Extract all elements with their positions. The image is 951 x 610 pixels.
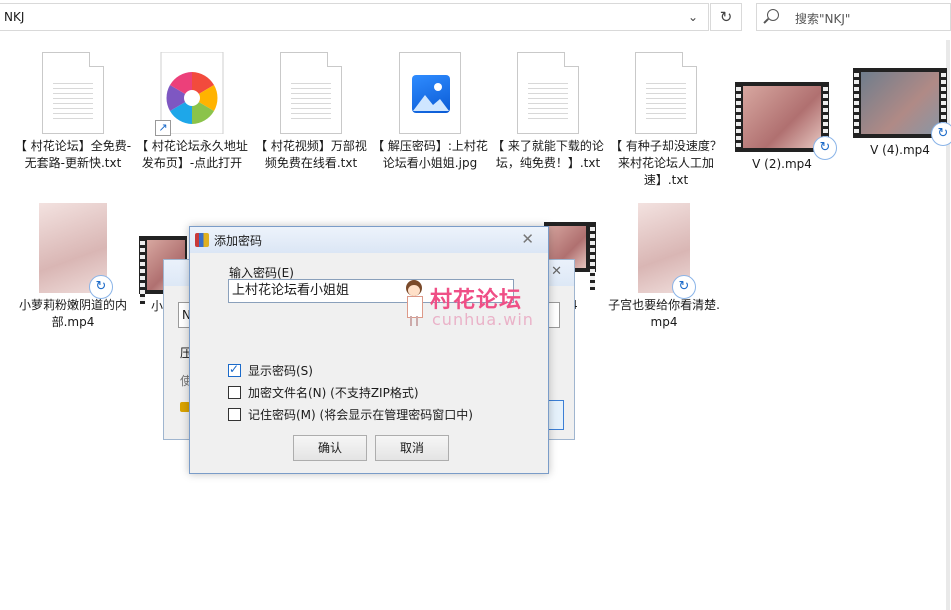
text-document-icon — [42, 52, 104, 134]
text-document-icon — [517, 52, 579, 134]
file-name: 【 村花论坛永久地址发布页】-点此打开 — [136, 139, 248, 170]
ok-button[interactable]: 确认 — [293, 435, 367, 461]
file-item[interactable]: ↗ 【 村花论坛永久地址发布页】-点此打开 — [133, 51, 251, 172]
file-name: 【 村花视频】万部视频免费在线看.txt — [255, 139, 367, 170]
file-name: 小萝莉粉嫩阴道的内部.mp4 — [18, 298, 127, 329]
file-name: V (4).mp4 — [870, 143, 930, 157]
file-item[interactable]: 【 解压密码】:上村花论坛看小姐姐.jpg — [371, 52, 489, 172]
file-item[interactable]: 【 有种子却没速度？来村花论坛人工加速】.txt — [607, 52, 725, 189]
file-item[interactable]: ↻ 子宫也要给你看清楚.mp4 — [605, 203, 723, 331]
text-document-icon — [280, 52, 342, 134]
file-name: 子宫也要给你看清楚.mp4 — [608, 298, 720, 329]
checkbox-label: 加密文件名(N) (不支持ZIP格式) — [248, 386, 419, 400]
sync-icon: ↻ — [813, 136, 837, 160]
chevron-down-icon[interactable]: ⌄ — [688, 10, 698, 24]
search-input[interactable]: 搜索"NKJ" — [756, 3, 951, 31]
sync-icon: ↻ — [672, 275, 696, 299]
checkbox-label: 显示密码(S) — [248, 364, 313, 378]
sync-icon: ↻ — [89, 275, 113, 299]
address-field[interactable]: NKJ ⌄ — [0, 3, 709, 31]
dialog-title: 添加密码 — [214, 234, 263, 248]
file-item[interactable]: 【 村花论坛】全免费-无套路-更新快.txt — [14, 52, 132, 172]
show-password-checkbox[interactable]: 显示密码(S) — [228, 362, 313, 379]
checkbox-checked-icon[interactable] — [228, 362, 241, 377]
search-placeholder: 搜索"NKJ" — [795, 12, 851, 26]
cancel-button[interactable]: 取消 — [375, 435, 449, 461]
search-icon — [767, 9, 779, 21]
video-thumbnail-icon: ↻ — [39, 203, 113, 299]
video-thumbnail-icon: ↻ — [735, 82, 837, 160]
watermark: 村花论坛 cunhua.win — [402, 280, 562, 336]
colorful-pinwheel-shortcut-icon: ↗ — [155, 51, 227, 136]
address-bar[interactable]: NKJ ⌄ ↻ — [0, 3, 742, 31]
remember-password-checkbox[interactable]: 记住密码(M) (将会显示在管理密码窗口中) — [228, 406, 473, 423]
file-item[interactable]: ↻ V (4).mp4 — [841, 68, 951, 159]
add-password-dialog: 添加密码 ✕ 输入密码(E) 上村花论坛看小姐姐 显示密码(S) 加密文件名(N… — [189, 226, 549, 474]
file-name: 【 村花论坛】全免费-无套路-更新快.txt — [14, 139, 132, 170]
sync-icon: ↻ — [931, 122, 951, 146]
file-name: 【 有种子却没速度？来村花论坛人工加速】.txt — [610, 139, 722, 187]
close-icon[interactable]: ✕ — [521, 230, 534, 248]
text-document-icon — [635, 52, 697, 134]
winrar-icon — [195, 233, 209, 247]
close-icon[interactable]: ✕ — [551, 264, 562, 279]
checkbox-icon[interactable] — [228, 386, 241, 399]
file-name: 【 解压密码】:上村花论坛看小姐姐.jpg — [372, 139, 488, 170]
file-item[interactable]: 【 来了就能下载的论坛，纯免费！】.txt — [489, 52, 607, 172]
shortcut-arrow-icon: ↗ — [155, 120, 171, 136]
cartoon-girl-icon — [402, 280, 426, 326]
file-name: 【 来了就能下载的论坛，纯免费！】.txt — [492, 139, 604, 170]
checkbox-icon[interactable] — [228, 408, 241, 421]
video-thumbnail-icon: ↻ — [853, 68, 951, 146]
file-item[interactable]: ↻ V (2).mp4 — [723, 82, 841, 173]
encrypt-filenames-checkbox[interactable]: 加密文件名(N) (不支持ZIP格式) — [228, 384, 419, 401]
watermark-subtitle: cunhua.win — [432, 310, 534, 329]
image-document-icon — [399, 52, 461, 134]
video-thumbnail-icon: ↻ — [638, 203, 696, 299]
address-path: NKJ — [4, 10, 25, 24]
file-item[interactable]: 【 村花视频】万部视频免费在线看.txt — [252, 52, 370, 172]
checkbox-label: 记住密码(M) (将会显示在管理密码窗口中) — [248, 408, 473, 422]
file-item[interactable]: ↻ 小萝莉粉嫩阴道的内部.mp4 — [14, 203, 132, 331]
refresh-icon[interactable]: ↻ — [710, 3, 742, 31]
